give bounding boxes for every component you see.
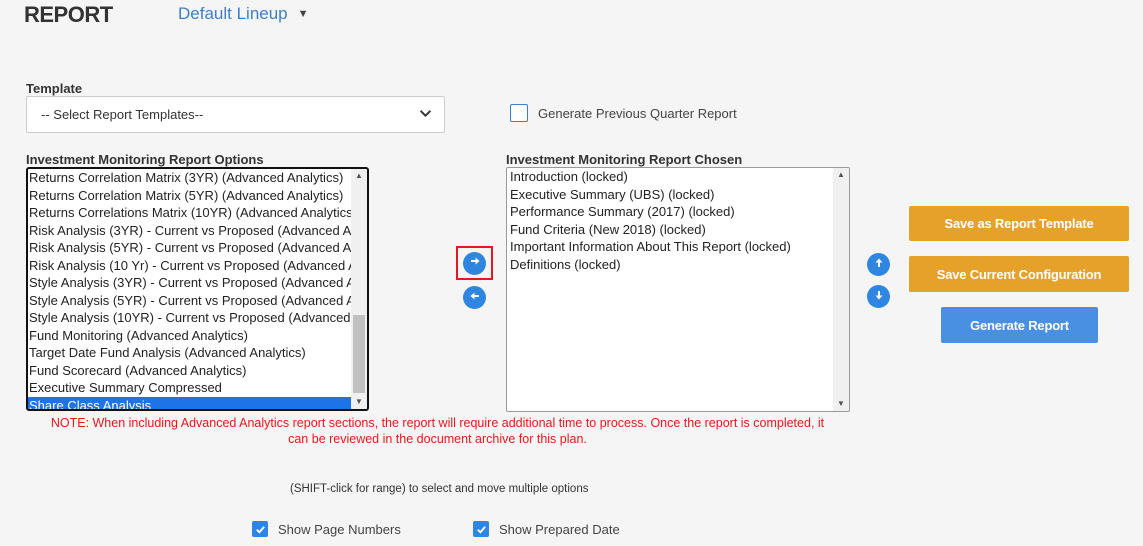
page-title: REPORT — [24, 2, 113, 27]
scroll-down-icon[interactable]: ▼ — [833, 397, 849, 411]
show-prepared-date-label: Show Prepared Date — [499, 521, 620, 537]
shift-click-hint: (SHIFT-click for range) to select and mo… — [290, 483, 589, 495]
advanced-analytics-note: NOTE: When including Advanced Analytics … — [50, 416, 825, 446]
list-item[interactable]: Risk Analysis (10 Yr) - Current vs Propo… — [28, 257, 351, 275]
show-page-numbers-option[interactable]: Show Page Numbers — [252, 521, 401, 537]
move-left-button[interactable] — [463, 286, 486, 309]
arrow-right-icon — [469, 254, 481, 272]
list-item[interactable]: Fund Criteria (New 2018) (locked) — [509, 221, 833, 239]
move-right-button[interactable] — [463, 251, 486, 275]
list-item[interactable]: Introduction (locked) — [509, 168, 833, 186]
save-configuration-button[interactable]: Save Current Configuration — [909, 256, 1129, 292]
list-item[interactable]: Executive Summary (UBS) (locked) — [509, 186, 833, 204]
move-right-highlight — [456, 246, 493, 280]
list-item[interactable]: Fund Scorecard (Advanced Analytics) — [28, 362, 351, 380]
check-icon — [255, 525, 265, 534]
template-label: Template — [26, 81, 83, 96]
list-item[interactable]: Performance Summary (2017) (locked) — [509, 203, 833, 221]
options-scrollbar[interactable]: ▲ ▼ — [351, 169, 367, 409]
show-page-numbers-checkbox[interactable] — [252, 521, 268, 537]
list-item[interactable]: Style Analysis (5YR) - Current vs Propos… — [28, 292, 351, 310]
caret-down-icon: ▼ — [297, 8, 309, 20]
scroll-thumb[interactable] — [353, 315, 365, 393]
list-item[interactable]: Returns Correlation Matrix (5YR) (Advanc… — [28, 187, 351, 205]
chosen-label: Investment Monitoring Report Chosen — [506, 152, 743, 167]
move-up-button[interactable] — [867, 253, 890, 276]
save-template-button[interactable]: Save as Report Template — [909, 206, 1129, 241]
show-prepared-date-option[interactable]: Show Prepared Date — [473, 521, 620, 537]
arrow-up-icon — [873, 256, 885, 274]
previous-quarter-option[interactable]: Generate Previous Quarter Report — [510, 104, 737, 122]
report-options-list[interactable]: Returns Correlation Matrix (3YR) (Advanc… — [26, 167, 369, 411]
report-chosen-list[interactable]: Introduction (locked) Executive Summary (… — [506, 167, 850, 412]
lineup-dropdown[interactable]: Default Lineup ▼ — [178, 4, 309, 24]
previous-quarter-label: Generate Previous Quarter Report — [538, 105, 737, 121]
previous-quarter-checkbox[interactable] — [510, 104, 528, 122]
chosen-scrollbar[interactable]: ▲ ▼ — [833, 168, 849, 411]
arrow-left-icon — [469, 289, 481, 307]
list-item[interactable]: Returns Correlations Matrix (10YR) (Adva… — [28, 204, 351, 222]
generate-report-button[interactable]: Generate Report — [941, 307, 1098, 343]
options-label: Investment Monitoring Report Options — [26, 152, 264, 167]
list-item[interactable]: Risk Analysis (5YR) - Current vs Propose… — [28, 239, 351, 257]
list-item[interactable]: Target Date Fund Analysis (Advanced Anal… — [28, 344, 351, 362]
show-prepared-date-checkbox[interactable] — [473, 521, 489, 537]
scroll-up-icon[interactable]: ▲ — [351, 169, 367, 183]
scroll-down-icon[interactable]: ▼ — [351, 395, 367, 409]
list-item[interactable]: Share Class Analysis — [28, 396, 351, 409]
check-icon — [476, 525, 486, 534]
list-item[interactable]: Definitions (locked) — [509, 256, 833, 274]
scroll-up-icon[interactable]: ▲ — [833, 168, 849, 182]
template-select[interactable]: -- Select Report Templates-- — [26, 96, 445, 133]
show-page-numbers-label: Show Page Numbers — [278, 521, 401, 537]
list-item[interactable]: Important Information About This Report … — [509, 238, 833, 256]
list-item[interactable]: Returns Correlation Matrix (3YR) (Advanc… — [28, 169, 351, 187]
template-select-value: -- Select Report Templates-- — [41, 107, 204, 122]
list-item[interactable]: Fund Monitoring (Advanced Analytics) — [28, 327, 351, 345]
list-item[interactable]: Executive Summary Compressed — [28, 379, 351, 397]
move-down-button[interactable] — [867, 285, 890, 308]
list-item[interactable]: Style Analysis (10YR) - Current vs Propo… — [28, 309, 351, 327]
lineup-label: Default Lineup — [178, 4, 288, 23]
list-item[interactable]: Risk Analysis (3YR) - Current vs Propose… — [28, 222, 351, 240]
chevron-down-icon — [419, 107, 432, 123]
arrow-down-icon — [873, 288, 885, 306]
list-item[interactable]: Style Analysis (3YR) - Current vs Propos… — [28, 274, 351, 292]
